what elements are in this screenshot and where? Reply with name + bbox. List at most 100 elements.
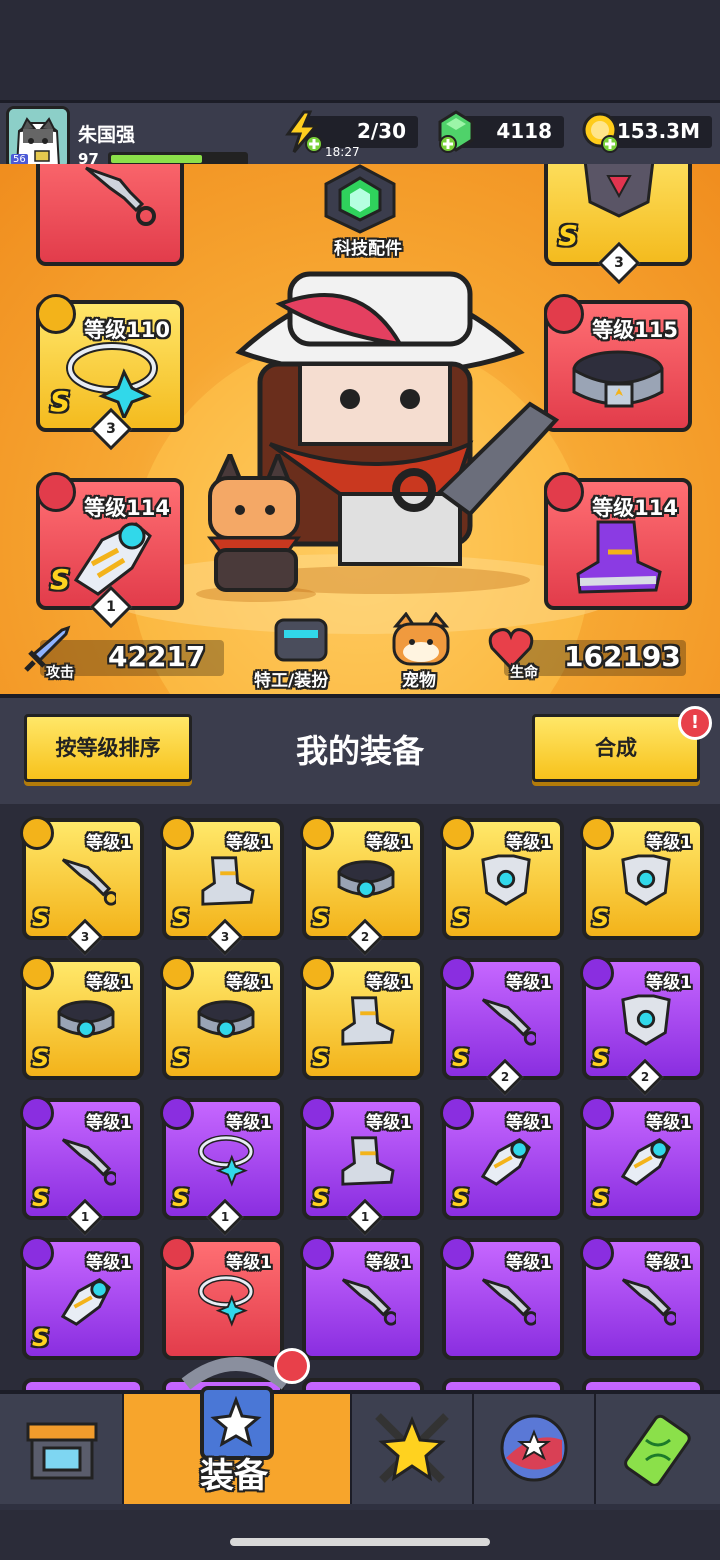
tech-parts-icon[interactable]	[318, 164, 402, 234]
grade-badge: S	[312, 1184, 330, 1212]
nav-skills[interactable]	[352, 1394, 475, 1504]
slot-armor[interactable]: S 3	[544, 164, 692, 285]
armor-icon	[583, 164, 655, 218]
weapon-type-icon	[440, 1236, 474, 1270]
belt-icon	[337, 860, 395, 898]
energy-counter[interactable]: 2/30	[306, 116, 418, 148]
agent-icon[interactable]	[270, 614, 332, 664]
armor-type-icon	[580, 816, 614, 850]
weapon-type-icon	[440, 956, 474, 990]
necklace-icon	[66, 342, 158, 418]
item-level: 等级1	[506, 973, 552, 993]
grade-badge: S	[452, 904, 470, 932]
boots-icon	[201, 856, 255, 906]
belt-type-icon	[300, 816, 334, 850]
equipment-item[interactable]: 等级1 S 2	[440, 956, 564, 1096]
item-level: 等级1	[366, 833, 412, 853]
sort-by-level-button[interactable]: 按等级排序	[24, 714, 192, 782]
equipment-item[interactable]: 等级1	[300, 1236, 424, 1360]
equipment-item[interactable]: 等级1 S	[440, 816, 564, 940]
slot-belt[interactable]: 等级115	[544, 294, 692, 432]
equipment-item[interactable]	[302, 1378, 424, 1390]
necklace-type-icon	[160, 1096, 194, 1130]
weapon-icon	[481, 998, 536, 1046]
equipment-item[interactable]: 等级1 S	[580, 1096, 704, 1220]
count-value: 2	[500, 1070, 510, 1084]
glove-icon	[60, 1278, 111, 1326]
character-stage: 科技配件 等级110 S 3 等级114 S 1 S 3 等级115 等级114…	[0, 164, 720, 694]
equipment-item[interactable]: 等级1 S	[20, 956, 144, 1080]
equipment-item[interactable]: 等级1 S	[440, 1096, 564, 1220]
equipment-item[interactable]: 等级1 S	[160, 956, 284, 1080]
shiba-icon[interactable]	[388, 612, 454, 668]
glove-type-icon	[440, 1096, 474, 1130]
equipment-item[interactable]: 等级1 S 3	[20, 816, 144, 956]
merge-button[interactable]: 合成	[532, 714, 700, 782]
pet-label: 宠物	[402, 671, 436, 691]
count-value: 2	[360, 930, 370, 944]
count-value: 1	[220, 1210, 230, 1224]
grade-badge: S	[172, 1184, 190, 1212]
equipment-item[interactable]: 等级1 S 2	[580, 956, 704, 1096]
equipment-item[interactable]: 等级1 S 2	[300, 816, 424, 956]
grade-badge: S	[32, 1184, 50, 1212]
count-badge: 1	[66, 1198, 104, 1236]
weapon-icon	[621, 1278, 676, 1326]
equipment-item[interactable]: 等级1 S 3	[160, 816, 284, 956]
belt-type-icon	[20, 956, 54, 990]
necklace-type-icon	[36, 294, 76, 334]
attack-label: 攻击	[46, 665, 74, 681]
equipment-item[interactable]: 等级1 S	[580, 816, 704, 940]
shop-icon	[26, 1422, 98, 1480]
slot-glove[interactable]: 等级114 S 1	[36, 472, 184, 629]
boots-type-icon	[160, 816, 194, 850]
item-level: 等级1	[646, 973, 692, 993]
item-level: 等级1	[646, 1253, 692, 1273]
player-name: 朱国强	[78, 124, 136, 146]
slot-weapon[interactable]	[36, 164, 184, 266]
coin-icon	[582, 112, 619, 153]
energy-bolt-icon	[285, 110, 322, 153]
nav-gene[interactable]	[596, 1394, 720, 1504]
equipment-item[interactable]: 等级1 S 1	[160, 1096, 284, 1236]
item-level: 等级1	[646, 1113, 692, 1133]
nav-equipment[interactable]: 装备	[124, 1348, 353, 1504]
equipment-item[interactable]: 等级1 S 1	[20, 1096, 144, 1236]
item-level: 等级1	[366, 1253, 412, 1273]
equipment-item[interactable]	[442, 1378, 564, 1390]
tech-parts-label: 科技配件	[334, 239, 402, 259]
home-indicator[interactable]	[230, 1538, 490, 1546]
dna-capsule-icon	[624, 1414, 691, 1486]
star-orb-icon	[500, 1414, 568, 1482]
player-avatar[interactable]: 56	[6, 106, 70, 170]
count-badge: 3	[206, 918, 244, 956]
equipment-item[interactable]: 等级1 S 1	[300, 1096, 424, 1236]
collar-icon	[572, 350, 664, 408]
item-level: 等级1	[366, 973, 412, 993]
equipment-item[interactable]: 等级1	[440, 1236, 564, 1360]
equipment-item[interactable]: 等级1	[160, 1236, 284, 1360]
count-value: 3	[80, 930, 90, 944]
notification-dot	[274, 1348, 310, 1384]
equipment-grid: 等级1 S 3 等级1 S 3 等级1 S 2 等级1 S 等级1 S 等级1 S 等级1 S 等级1 S 等级1 S 2…	[0, 804, 720, 1390]
equipment-item[interactable]	[22, 1378, 144, 1390]
nav-equipment-label: 装备	[200, 1456, 268, 1496]
equipment-item[interactable]: 等级1 S	[20, 1236, 144, 1360]
weapon-icon	[61, 858, 116, 906]
grade-badge: S	[592, 904, 610, 932]
slot-boots[interactable]: 等级114	[544, 472, 692, 610]
equipment-item[interactable]: 等级1 S	[300, 956, 424, 1080]
item-level: 等级1	[226, 973, 272, 993]
item-level: 等级1	[506, 1113, 552, 1133]
energy-timer: 18:27	[325, 145, 360, 159]
slot-necklace[interactable]: 等级110 S 3	[36, 294, 184, 451]
count-value: 2	[640, 1070, 650, 1084]
merge-button-label: 合成	[595, 736, 637, 760]
armor-type-icon	[580, 956, 614, 990]
nav-orb[interactable]	[474, 1394, 597, 1504]
count-badge: 2	[346, 918, 384, 956]
grade-badge: S	[452, 1044, 470, 1072]
nav-shop[interactable]	[0, 1394, 125, 1504]
equipment-item[interactable]	[582, 1378, 704, 1390]
equipment-item[interactable]: 等级1	[580, 1236, 704, 1360]
